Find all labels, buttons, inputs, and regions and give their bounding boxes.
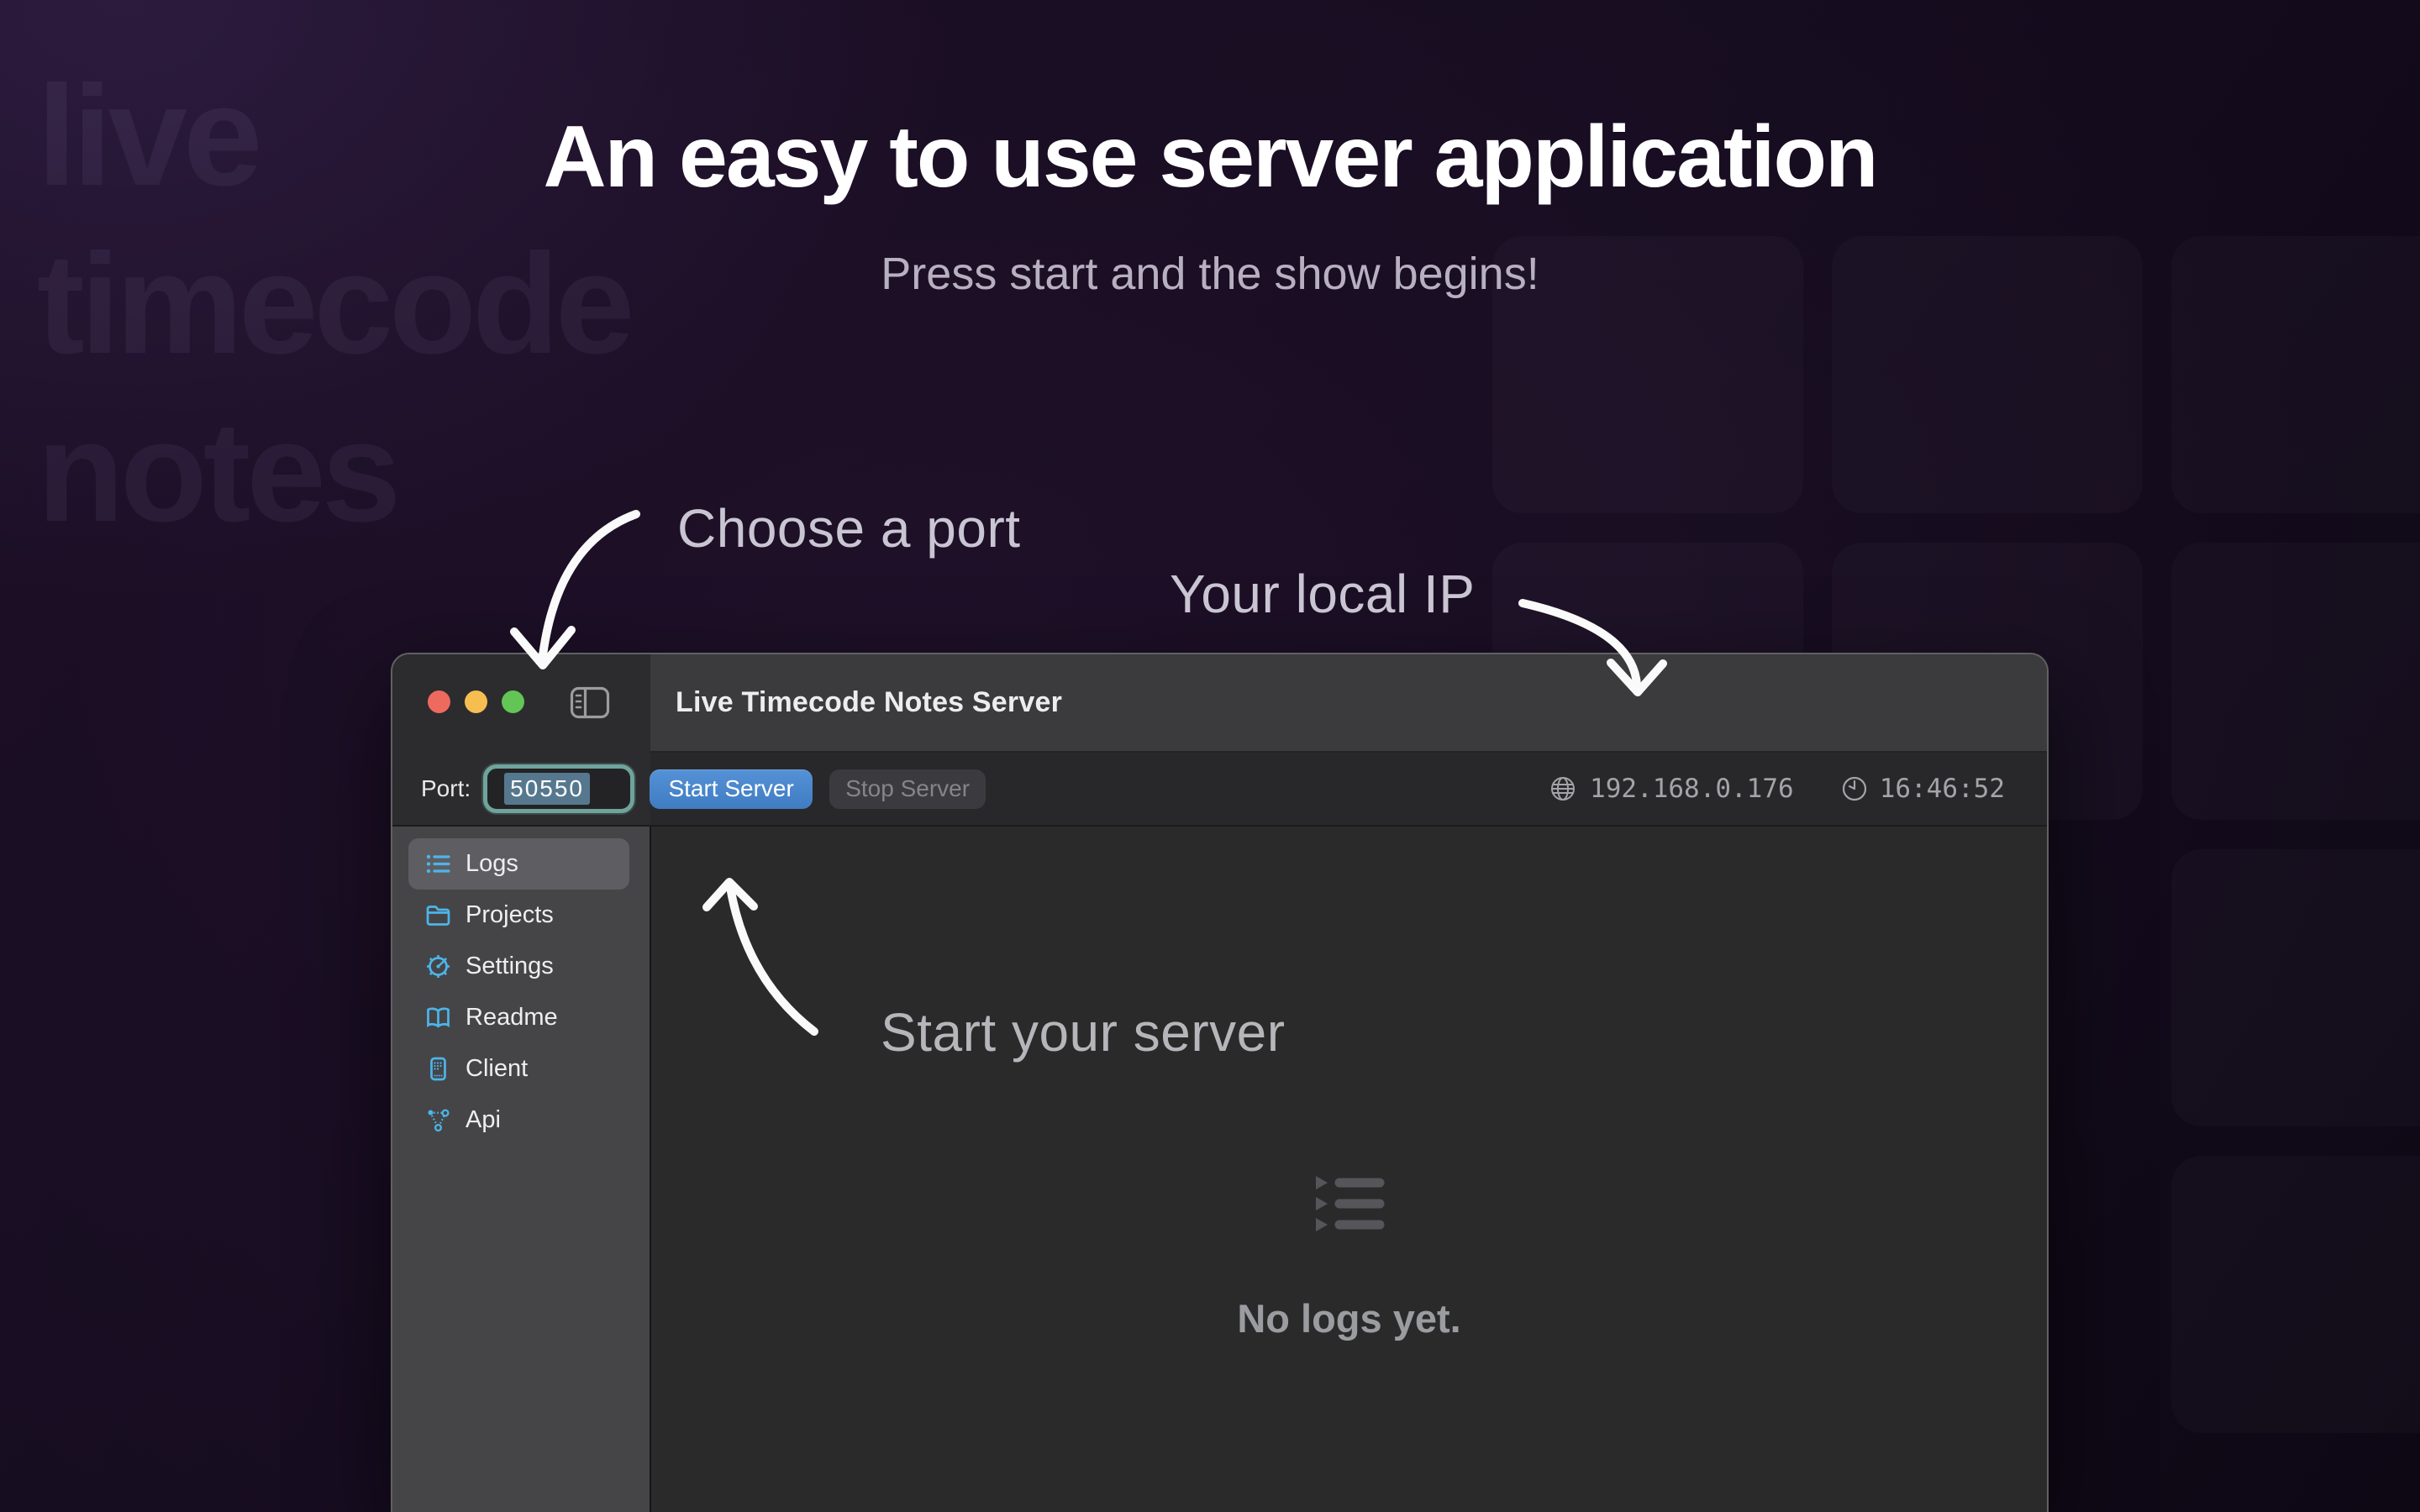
annotation-start-your-server: Start your server — [881, 1001, 1286, 1063]
watermark-line: timecode — [37, 220, 630, 388]
port-input[interactable]: 50550 — [483, 764, 634, 813]
empty-message: No logs yet. — [651, 1295, 2047, 1341]
local-ip-value: 192.168.0.176 — [1590, 774, 1794, 804]
globe-icon — [1549, 775, 1576, 802]
page-title: An easy to use server application — [0, 108, 2420, 207]
sidebar-item-label: Readme — [466, 1004, 558, 1032]
page-subtitle: Press start and the show begins! — [0, 248, 2420, 300]
sidebar-item-label: Client — [466, 1055, 528, 1083]
sidebar-item-logs[interactable]: Logs — [408, 838, 629, 890]
sidebar-nav: Logs Projects — [392, 838, 650, 1146]
port-value-selected: 50550 — [504, 773, 590, 805]
start-server-button[interactable]: Start Server — [650, 769, 813, 809]
sidebar-item-label: Api — [466, 1106, 501, 1134]
status-cluster: 192.168.0.176 16:46:52 — [1549, 774, 2005, 804]
sidebar-toggle-button[interactable] — [570, 686, 610, 719]
stop-server-button[interactable]: Stop Server — [829, 769, 986, 809]
logs-empty-state: No logs yet. — [651, 1175, 2047, 1341]
stop-server-label: Stop Server — [845, 775, 970, 802]
annotation-your-local-ip: Your local IP — [1170, 563, 1475, 625]
background-tile — [2171, 543, 2420, 820]
annotation-choose-port: Choose a port — [677, 497, 1021, 559]
background-tile — [2171, 849, 2420, 1126]
sidebar-item-projects[interactable]: Projects — [408, 890, 629, 941]
clock-time-value: 16:46:52 — [1880, 774, 2005, 804]
zoom-button[interactable] — [502, 690, 524, 713]
book-icon — [425, 1005, 451, 1031]
port-label: Port: — [421, 775, 471, 802]
gear-icon — [425, 953, 451, 979]
app-window: Live Timecode Notes Server Port: 50550 S… — [391, 653, 2049, 1512]
sidebar-item-readme[interactable]: Readme — [408, 992, 629, 1043]
start-server-label: Start Server — [668, 775, 793, 802]
window-title: Live Timecode Notes Server — [676, 654, 1062, 751]
sidebar-item-label: Settings — [466, 953, 554, 980]
toolbar: Port: 50550 Start Server Stop Server — [392, 753, 2047, 825]
sidebar-item-label: Logs — [466, 850, 518, 878]
sidebar-item-settings[interactable]: Settings — [408, 941, 629, 992]
list-bullet-icon — [425, 851, 451, 877]
watermark-line: notes — [37, 388, 630, 556]
network-nodes-icon — [425, 1107, 451, 1133]
sidebar-item-client[interactable]: Client — [408, 1043, 629, 1095]
sidebar-toggle-icon — [570, 686, 610, 719]
main-content — [651, 827, 2047, 1512]
clock-icon — [1841, 775, 1868, 802]
sidebar-item-label: Projects — [466, 901, 554, 929]
close-button[interactable] — [428, 690, 450, 713]
marketing-page: live timecode notes An easy to use serve… — [0, 0, 2420, 1512]
minimize-button[interactable] — [465, 690, 487, 713]
background-tile — [2171, 1156, 2420, 1433]
device-icon — [425, 1056, 451, 1082]
empty-list-icon — [1314, 1175, 1385, 1232]
sidebar-item-api[interactable]: Api — [408, 1095, 629, 1146]
folder-icon — [425, 902, 451, 928]
